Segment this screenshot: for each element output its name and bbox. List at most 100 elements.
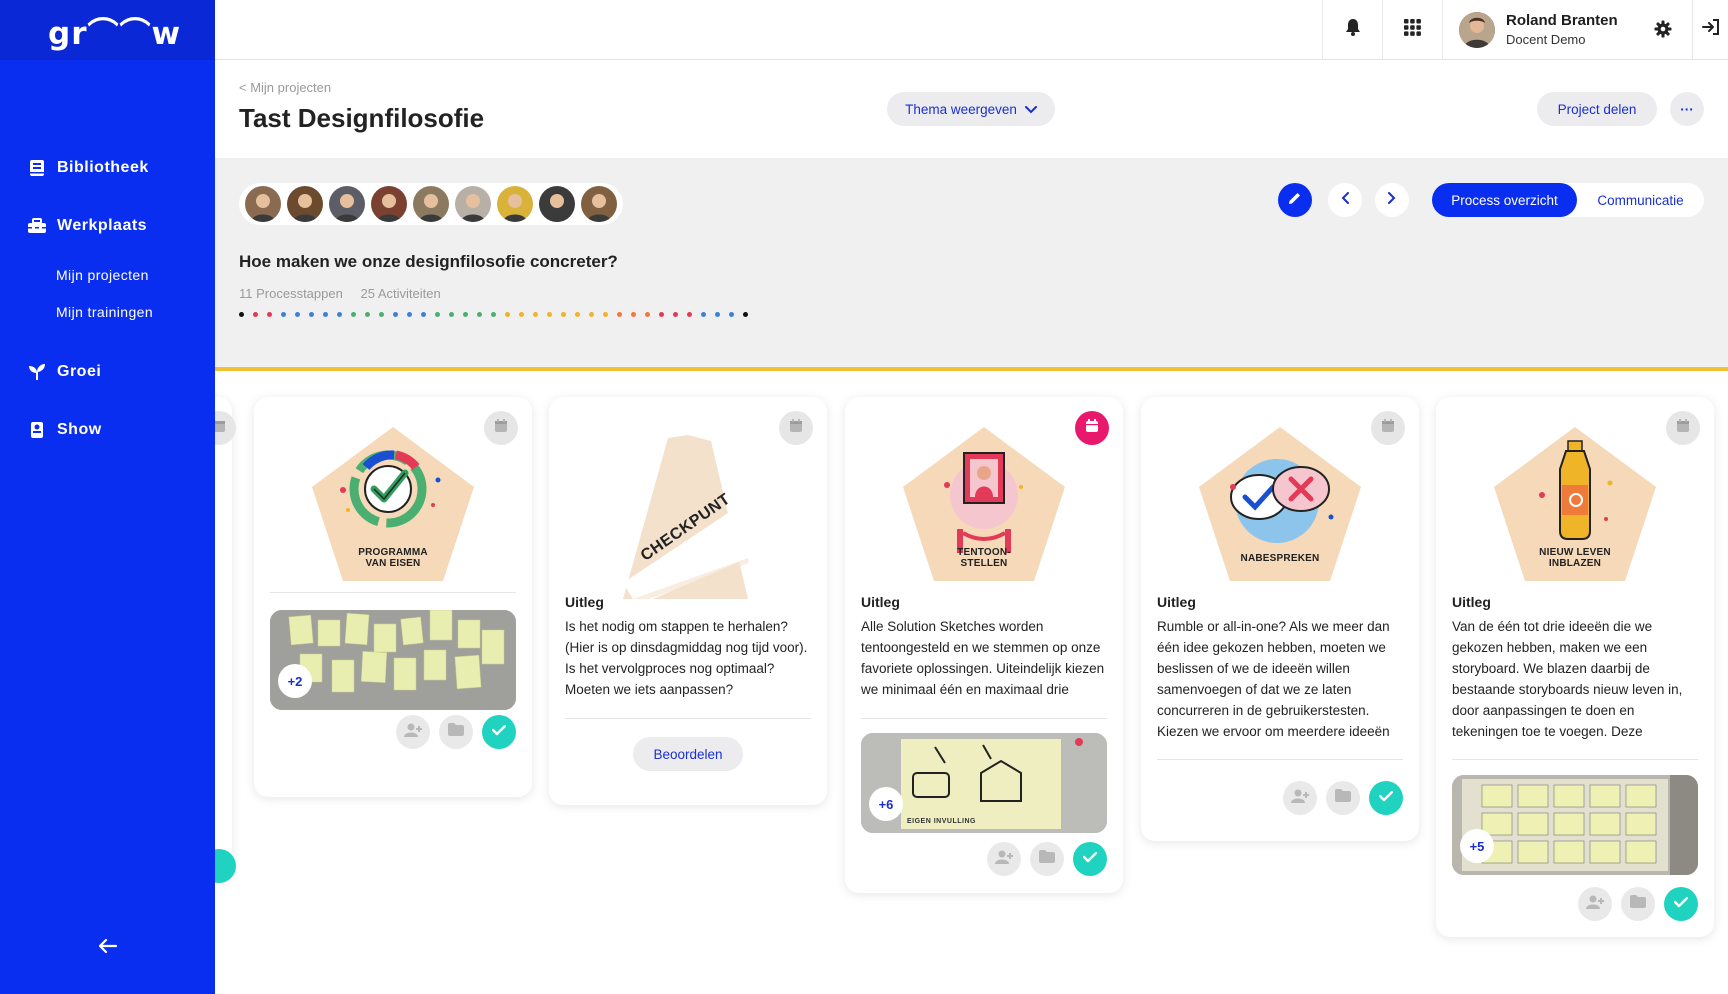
process-step-dot[interactable] xyxy=(351,312,356,317)
process-step-dot[interactable] xyxy=(337,312,342,317)
edit-project-button[interactable] xyxy=(1278,183,1312,217)
logout-button[interactable] xyxy=(1692,0,1728,59)
photo-count-badge[interactable]: +5 xyxy=(1460,829,1494,863)
review-button[interactable]: Beoordelen xyxy=(633,737,743,771)
done-check-button[interactable] xyxy=(215,849,236,883)
sidebar-item-bibliotheek[interactable]: Bibliotheek xyxy=(0,150,215,186)
user-menu[interactable]: Roland Branten Docent Demo xyxy=(1442,0,1692,59)
process-step-dot[interactable] xyxy=(561,312,566,317)
process-step-dot[interactable] xyxy=(631,312,636,317)
process-step-dot[interactable] xyxy=(421,312,426,317)
process-step-dot[interactable] xyxy=(659,312,664,317)
tab-communicatie[interactable]: Communicatie xyxy=(1577,183,1704,217)
process-step-dot[interactable] xyxy=(547,312,552,317)
process-card-tentoonstellen[interactable]: TENTOON- STELLEN Uitleg Alle Solution Ske… xyxy=(845,397,1123,893)
assign-user-button[interactable] xyxy=(1578,887,1612,921)
activity-photo[interactable]: +2 xyxy=(270,610,516,710)
process-step-dot[interactable] xyxy=(603,312,608,317)
notifications-button[interactable] xyxy=(1322,0,1382,59)
process-step-dot[interactable] xyxy=(533,312,538,317)
process-step-dot[interactable] xyxy=(295,312,300,317)
process-step-dot[interactable] xyxy=(617,312,622,317)
more-options-button[interactable]: ··· xyxy=(1670,92,1704,126)
process-step-dot[interactable] xyxy=(365,312,370,317)
calendar-button[interactable] xyxy=(1666,411,1700,445)
mark-done-button[interactable] xyxy=(482,715,516,749)
calendar-button[interactable] xyxy=(779,411,813,445)
process-step-dot[interactable] xyxy=(519,312,524,317)
folder-button[interactable] xyxy=(439,715,473,749)
calendar-button[interactable] xyxy=(1371,411,1405,445)
process-card-nieuw-leven-inblazen[interactable]: NIEUW LEVEN INBLAZEN Uitleg Van de één to… xyxy=(1436,397,1714,937)
breadcrumb[interactable]: < Mijn projecten xyxy=(239,80,331,95)
assign-user-button[interactable] xyxy=(1283,781,1317,815)
process-step-dot[interactable] xyxy=(491,312,496,317)
process-step-dot[interactable] xyxy=(575,312,580,317)
team-member-avatar[interactable] xyxy=(581,186,617,222)
process-card-checkpoint[interactable]: CHECKPUNT Uitleg Is het nodig om stappen… xyxy=(549,397,827,805)
process-step-dot[interactable] xyxy=(253,312,258,317)
gear-icon[interactable] xyxy=(1654,20,1672,43)
team-member-avatar[interactable] xyxy=(245,186,281,222)
groow-logo[interactable]: gr⌒⌒w xyxy=(48,8,181,53)
process-step-dot[interactable] xyxy=(435,312,440,317)
process-step-dot[interactable] xyxy=(449,312,454,317)
process-step-dot[interactable] xyxy=(505,312,510,317)
team-member-avatar[interactable] xyxy=(455,186,491,222)
calendar-button[interactable] xyxy=(484,411,518,445)
team-member-avatar[interactable] xyxy=(371,186,407,222)
sidebar-item-mijn-projecten[interactable]: Mijn projecten xyxy=(0,256,215,293)
folder-button[interactable] xyxy=(1621,887,1655,921)
process-step-dot[interactable] xyxy=(477,312,482,317)
process-step-dot[interactable] xyxy=(267,312,272,317)
assign-user-button[interactable] xyxy=(396,715,430,749)
sidebar-item-groei[interactable]: Groei xyxy=(0,354,215,390)
next-button[interactable] xyxy=(1375,183,1409,217)
folder-button[interactable] xyxy=(1030,842,1064,876)
photo-count-badge[interactable]: +6 xyxy=(869,787,903,821)
process-step-dot[interactable] xyxy=(407,312,412,317)
process-step-dot[interactable] xyxy=(463,312,468,317)
apps-button[interactable] xyxy=(1382,0,1442,59)
activity-photo[interactable]: EIGEN INVULLING +6 xyxy=(861,733,1107,833)
team-member-avatar[interactable] xyxy=(539,186,575,222)
process-step-dot[interactable] xyxy=(323,312,328,317)
collapse-sidebar-button[interactable] xyxy=(96,936,120,960)
sidebar-item-mijn-trainingen[interactable]: Mijn trainingen xyxy=(0,293,215,330)
assign-user-button[interactable] xyxy=(987,842,1021,876)
process-step-dot[interactable] xyxy=(281,312,286,317)
process-step-dot[interactable] xyxy=(309,312,314,317)
mark-done-button[interactable] xyxy=(1073,842,1107,876)
process-step-dot[interactable] xyxy=(645,312,650,317)
process-step-dot[interactable] xyxy=(743,312,748,317)
mark-done-button[interactable] xyxy=(1664,887,1698,921)
process-step-dot[interactable] xyxy=(673,312,678,317)
tab-process-overzicht[interactable]: Process overzicht xyxy=(1432,183,1577,217)
process-step-dot[interactable] xyxy=(589,312,594,317)
process-card-nabespreken[interactable]: NABESPREKEN Uitleg Rumble or all-in-one?… xyxy=(1141,397,1419,841)
team-member-avatar[interactable] xyxy=(287,186,323,222)
process-step-dot[interactable] xyxy=(393,312,398,317)
calendar-button[interactable] xyxy=(1075,411,1109,445)
folder-button[interactable] xyxy=(1326,781,1360,815)
process-card-programma-van-eisen[interactable]: PROGRAMMA VAN EISEN +2 xyxy=(254,397,532,797)
photo-count-badge[interactable]: +2 xyxy=(278,664,312,698)
process-step-dot[interactable] xyxy=(729,312,734,317)
calendar-button[interactable] xyxy=(215,411,236,445)
activity-photo[interactable]: +5 xyxy=(1452,775,1698,875)
share-project-button[interactable]: Project delen xyxy=(1537,92,1657,126)
team-member-avatar[interactable] xyxy=(497,186,533,222)
mark-done-button[interactable] xyxy=(1369,781,1403,815)
previous-button[interactable] xyxy=(1328,183,1362,217)
team-member-avatar[interactable] xyxy=(413,186,449,222)
team-member-avatar[interactable] xyxy=(329,186,365,222)
process-step-dot[interactable] xyxy=(239,312,244,317)
theme-toggle-button[interactable]: Thema weergeven xyxy=(887,92,1055,126)
process-step-dot[interactable] xyxy=(687,312,692,317)
process-step-dot[interactable] xyxy=(701,312,706,317)
process-card-partial[interactable] xyxy=(215,397,236,883)
process-step-dot[interactable] xyxy=(379,312,384,317)
process-step-dot[interactable] xyxy=(715,312,720,317)
sidebar-item-werkplaats[interactable]: Werkplaats xyxy=(0,208,215,244)
sidebar-item-show[interactable]: Show xyxy=(0,412,215,448)
